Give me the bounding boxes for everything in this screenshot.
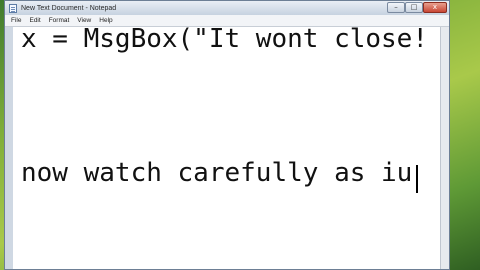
document-line-2: now watch carefully as iu	[21, 158, 413, 188]
window-title: New Text Document - Notepad	[21, 4, 117, 12]
notepad-window: New Text Document - Notepad – □ x File E…	[4, 0, 450, 270]
vertical-scrollbar[interactable]	[440, 27, 449, 269]
menu-view[interactable]: View	[77, 17, 91, 24]
maximize-button[interactable]: □	[405, 2, 423, 13]
text-cursor	[416, 165, 418, 193]
window-border-left	[5, 27, 13, 269]
menu-edit[interactable]: Edit	[29, 17, 40, 24]
minimize-button[interactable]: –	[387, 2, 405, 13]
document-line-1: x = MsgBox("It wont close!	[21, 24, 428, 54]
menu-help[interactable]: Help	[99, 17, 112, 24]
menu-format[interactable]: Format	[49, 17, 70, 24]
menu-file[interactable]: File	[11, 17, 21, 24]
title-bar[interactable]: New Text Document - Notepad – □ x	[5, 1, 449, 15]
text-editor-area[interactable]: x = MsgBox("It wont close! now watch car…	[5, 24, 449, 269]
notepad-app-icon	[9, 3, 17, 13]
close-button[interactable]: x	[423, 2, 447, 13]
